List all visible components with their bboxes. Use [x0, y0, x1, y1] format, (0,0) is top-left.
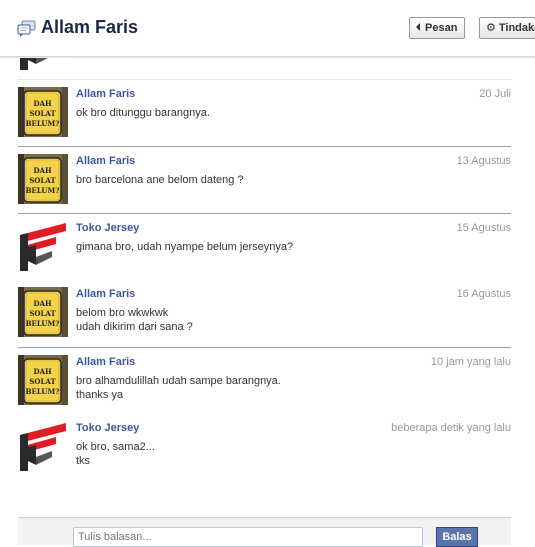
avatar-sign-line-3: BELUM? — [26, 387, 60, 396]
message-time: 16 Agustus — [456, 288, 511, 300]
message-line: bro barcelona ane belom dateng ? — [76, 174, 244, 186]
triangle-left-icon — [416, 23, 420, 31]
scroll-shadow — [0, 56, 535, 59]
messages-icon — [17, 20, 36, 38]
message-line: gimana bro, udah nyampe belum jerseynya? — [76, 241, 294, 253]
page-title: Allam Faris — [41, 17, 139, 37]
avatar-sign-line-3: BELUM? — [26, 186, 60, 195]
avatar-sign-line-1: DAH — [33, 99, 52, 108]
message-time: 13 Agustus — [456, 155, 511, 167]
message-item[interactable]: DAH SOLAT BELUM? Allam Faris 20 Juli ok … — [18, 80, 511, 146]
sender-name[interactable]: Allam Faris — [76, 88, 135, 100]
message-body: bro barcelona ane belom dateng ? — [76, 173, 496, 187]
message-body: ok bro ditunggu barangnya. — [76, 106, 496, 120]
message-line: belom bro wkwkwk — [76, 307, 169, 319]
avatar-allam-faris[interactable]: DAH SOLAT BELUM? — [18, 154, 68, 204]
conversation-header: Allam Faris Pesan ⚙Tindakan — [0, 0, 535, 58]
sender-name[interactable]: Allam Faris — [76, 288, 135, 300]
avatar-sign-line-2: SOLAT — [29, 176, 56, 185]
message-time: 15 Agustus — [456, 222, 511, 234]
message-line: udah dikirim dari sana ? — [76, 321, 193, 333]
message-item[interactable]: Toko Jersey 15 Agustus gimana bro, udah … — [18, 213, 511, 280]
avatar-sign-line-1: DAH — [33, 166, 52, 175]
avatar-sign-line-3: BELUM? — [26, 319, 60, 328]
message-line: ok bro, sama2... — [76, 441, 155, 453]
sender-name[interactable]: Toko Jersey — [76, 422, 139, 434]
message-item[interactable]: Toko Jersey beberapa detik yang lalu ok … — [18, 414, 511, 480]
message-time: 20 Juli — [479, 88, 511, 100]
avatar-allam-faris[interactable]: DAH SOLAT BELUM? — [18, 355, 68, 405]
new-message-button[interactable]: Pesan — [409, 17, 465, 39]
avatar-toko-jersey[interactable] — [18, 221, 68, 271]
reply-button[interactable]: Balas — [436, 527, 478, 547]
avatar-sign-line-2: SOLAT — [29, 109, 56, 118]
message-line: tks — [76, 455, 91, 467]
avatar-sign-line-2: SOLAT — [29, 309, 56, 318]
new-message-label: Pesan — [425, 22, 458, 34]
message-body: bro alhamdulillah udah sampe barangnya. … — [76, 374, 496, 402]
avatar-sign-line-2: SOLAT — [29, 377, 56, 386]
actions-button[interactable]: ⚙Tindakan — [479, 17, 535, 39]
message-line: bro alhamdulillah udah sampe barangnya. — [76, 375, 281, 387]
avatar-sign-line-1: DAH — [33, 367, 52, 376]
actions-label: Tindakan — [498, 22, 535, 34]
message-body: ok bro, sama2... tks — [76, 440, 496, 468]
avatar-sign-line-3: BELUM? — [26, 119, 60, 128]
message-item[interactable]: DAH SOLAT BELUM? Allam Faris 16 Agustus … — [18, 280, 511, 346]
message-time: beberapa detik yang lalu — [391, 422, 511, 434]
message-line: thanks ya — [76, 389, 124, 401]
message-body: belom bro wkwkwk udah dikirim dari sana … — [76, 306, 496, 334]
gear-icon: ⚙ — [486, 22, 496, 34]
avatar-sign-line-1: DAH — [33, 299, 52, 308]
message-line: ok bro ditunggu barangnya. — [76, 107, 210, 119]
avatar-allam-faris[interactable]: DAH SOLAT BELUM? — [18, 87, 68, 137]
sender-name[interactable]: Allam Faris — [76, 356, 135, 368]
message-item[interactable]: DAH SOLAT BELUM? Allam Faris 13 Agustus … — [18, 146, 511, 213]
reply-input[interactable] — [73, 527, 423, 547]
message-time: 10 jam yang lalu — [430, 356, 511, 368]
avatar-partial-toko-jersey — [18, 58, 68, 70]
sender-name[interactable]: Allam Faris — [76, 155, 135, 167]
message-item[interactable]: DAH SOLAT BELUM? Allam Faris 10 jam yang… — [18, 347, 511, 414]
message-body: gimana bro, udah nyampe belum jerseynya? — [76, 240, 496, 254]
sender-name[interactable]: Toko Jersey — [76, 222, 139, 234]
avatar-toko-jersey[interactable] — [18, 421, 68, 471]
reply-bar: Balas — [18, 517, 511, 547]
avatar-allam-faris[interactable]: DAH SOLAT BELUM? — [18, 287, 68, 337]
